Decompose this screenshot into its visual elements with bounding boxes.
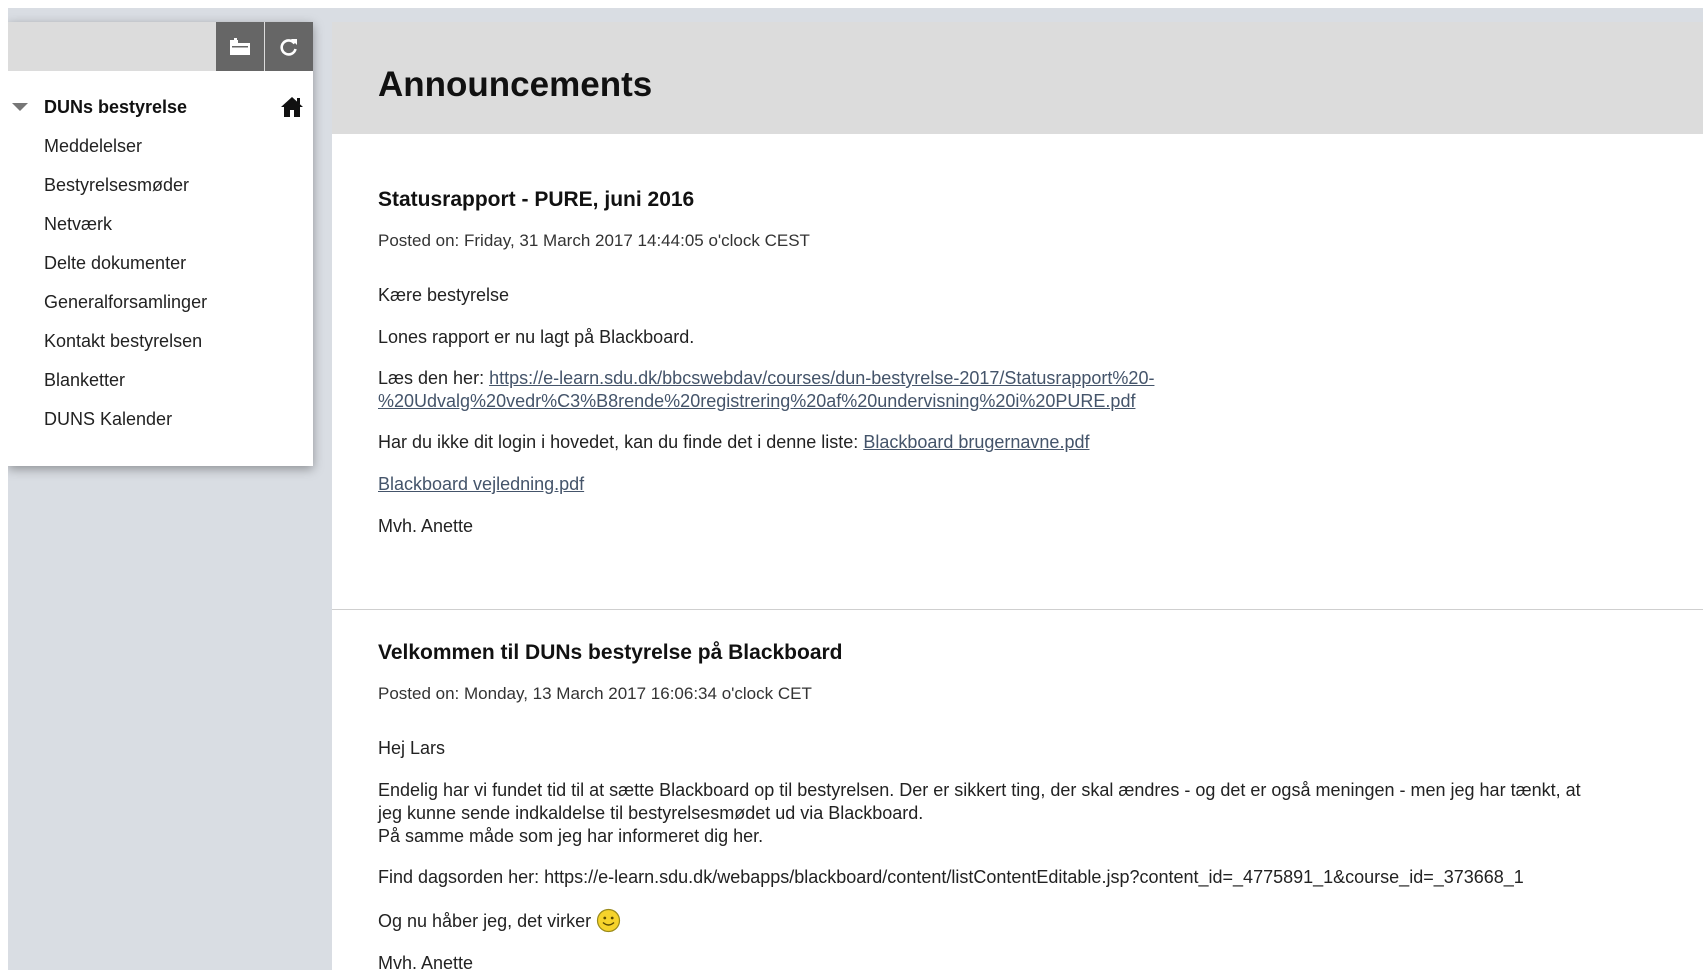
announcement-login-line: Har du ikke dit login i hovedet, kan du …: [378, 431, 1089, 454]
main-content: Announcements Statusrapport - PURE, juni…: [332, 22, 1703, 970]
announcement-text: jeg kunne sende indkaldelse til bestyrel…: [378, 803, 924, 823]
refresh-icon: [279, 37, 299, 57]
announcement-signoff: Mvh. Anette: [378, 953, 474, 970]
announcement-signoff: Mvh. Anette: [378, 516, 474, 536]
smiley-icon: [596, 908, 621, 933]
page: DUNs bestyrelse Meddelelser Bestyrelsesm…: [0, 0, 1703, 970]
guide-pdf-link[interactable]: Blackboard vejledning.pdf: [378, 474, 584, 494]
folder-view-icon: [229, 37, 251, 56]
status-report-link-cont[interactable]: %20Udvalg%20vedr%C3%B8rende%20registreri…: [378, 391, 1135, 411]
announcement-hope-line: Og nu håber jeg, det virker: [378, 908, 621, 933]
page-header: Announcements: [332, 22, 1703, 134]
menu-item-generalforsamlinger[interactable]: Generalforsamlinger: [44, 285, 207, 319]
menu-item-bestyrelsesmoder[interactable]: Bestyrelsesmøder: [44, 168, 189, 202]
refresh-button[interactable]: [265, 22, 313, 71]
course-title[interactable]: DUNs bestyrelse: [44, 90, 187, 124]
announcement-greeting: Hej Lars: [378, 738, 446, 758]
announcement-greeting: Kære bestyrelse: [378, 285, 510, 305]
announcement-title: Velkommen til DUNs bestyrelse på Blackbo…: [378, 641, 843, 664]
announcement-login-prefix: Har du ikke dit login i hovedet, kan du …: [378, 432, 864, 452]
home-icon[interactable]: [280, 96, 304, 118]
menu-item-kontakt-bestyrelsen[interactable]: Kontakt bestyrelsen: [44, 324, 202, 358]
announcement-text: Lones rapport er nu lagt på Blackboard.: [378, 327, 695, 347]
announcement-read-line: Læs den her: https://e-learn.sdu.dk/bbcs…: [378, 367, 1154, 390]
menu-item-delte-dokumenter[interactable]: Delte dokumenter: [44, 246, 186, 280]
announcement-guide-line: Blackboard vejledning.pdf: [378, 473, 584, 496]
folder-view-button[interactable]: [216, 22, 264, 71]
menu-item-blanketter[interactable]: Blanketter: [44, 363, 125, 397]
announcement-posted-date: Posted on: Monday, 13 March 2017 16:06:3…: [378, 684, 812, 703]
announcement-text: På samme måde som jeg har informeret dig…: [378, 826, 764, 846]
course-menu: DUNs bestyrelse Meddelelser Bestyrelsesm…: [8, 22, 313, 466]
announcement-agenda: Find dagsorden her: https://e-learn.sdu.…: [378, 867, 1524, 887]
page-title: Announcements: [378, 65, 653, 104]
app-frame: DUNs bestyrelse Meddelelser Bestyrelsesm…: [8, 8, 1703, 970]
caret-down-icon[interactable]: [11, 98, 29, 116]
announcement: Velkommen til DUNs bestyrelse på Blackbo…: [332, 610, 1703, 970]
announcement-hope-text: Og nu håber jeg, det virker: [378, 911, 592, 931]
announcement-read-line-cont: %20Udvalg%20vedr%C3%B8rende%20registreri…: [378, 390, 1135, 413]
announcement-title: Statusrapport - PURE, juni 2016: [378, 188, 695, 211]
course-menu-root[interactable]: DUNs bestyrelse: [8, 90, 313, 124]
announcement-text: Endelig har vi fundet tid til at sætte B…: [378, 780, 1581, 800]
usernames-pdf-link[interactable]: Blackboard brugernavne.pdf: [863, 432, 1089, 452]
menu-item-meddelelser[interactable]: Meddelelser: [44, 129, 142, 163]
status-report-link[interactable]: https://e-learn.sdu.dk/bbcswebdav/course…: [489, 368, 1154, 388]
menu-item-duns-kalender[interactable]: DUNS Kalender: [44, 402, 172, 436]
announcement-posted-date: Posted on: Friday, 31 March 2017 14:44:0…: [378, 231, 810, 250]
course-menu-toolbar: [8, 22, 313, 71]
announcement-read-prefix: Læs den her:: [378, 368, 490, 388]
announcement: Statusrapport - PURE, juni 2016 Posted o…: [332, 134, 1703, 610]
menu-item-netvaerk[interactable]: Netværk: [44, 207, 112, 241]
